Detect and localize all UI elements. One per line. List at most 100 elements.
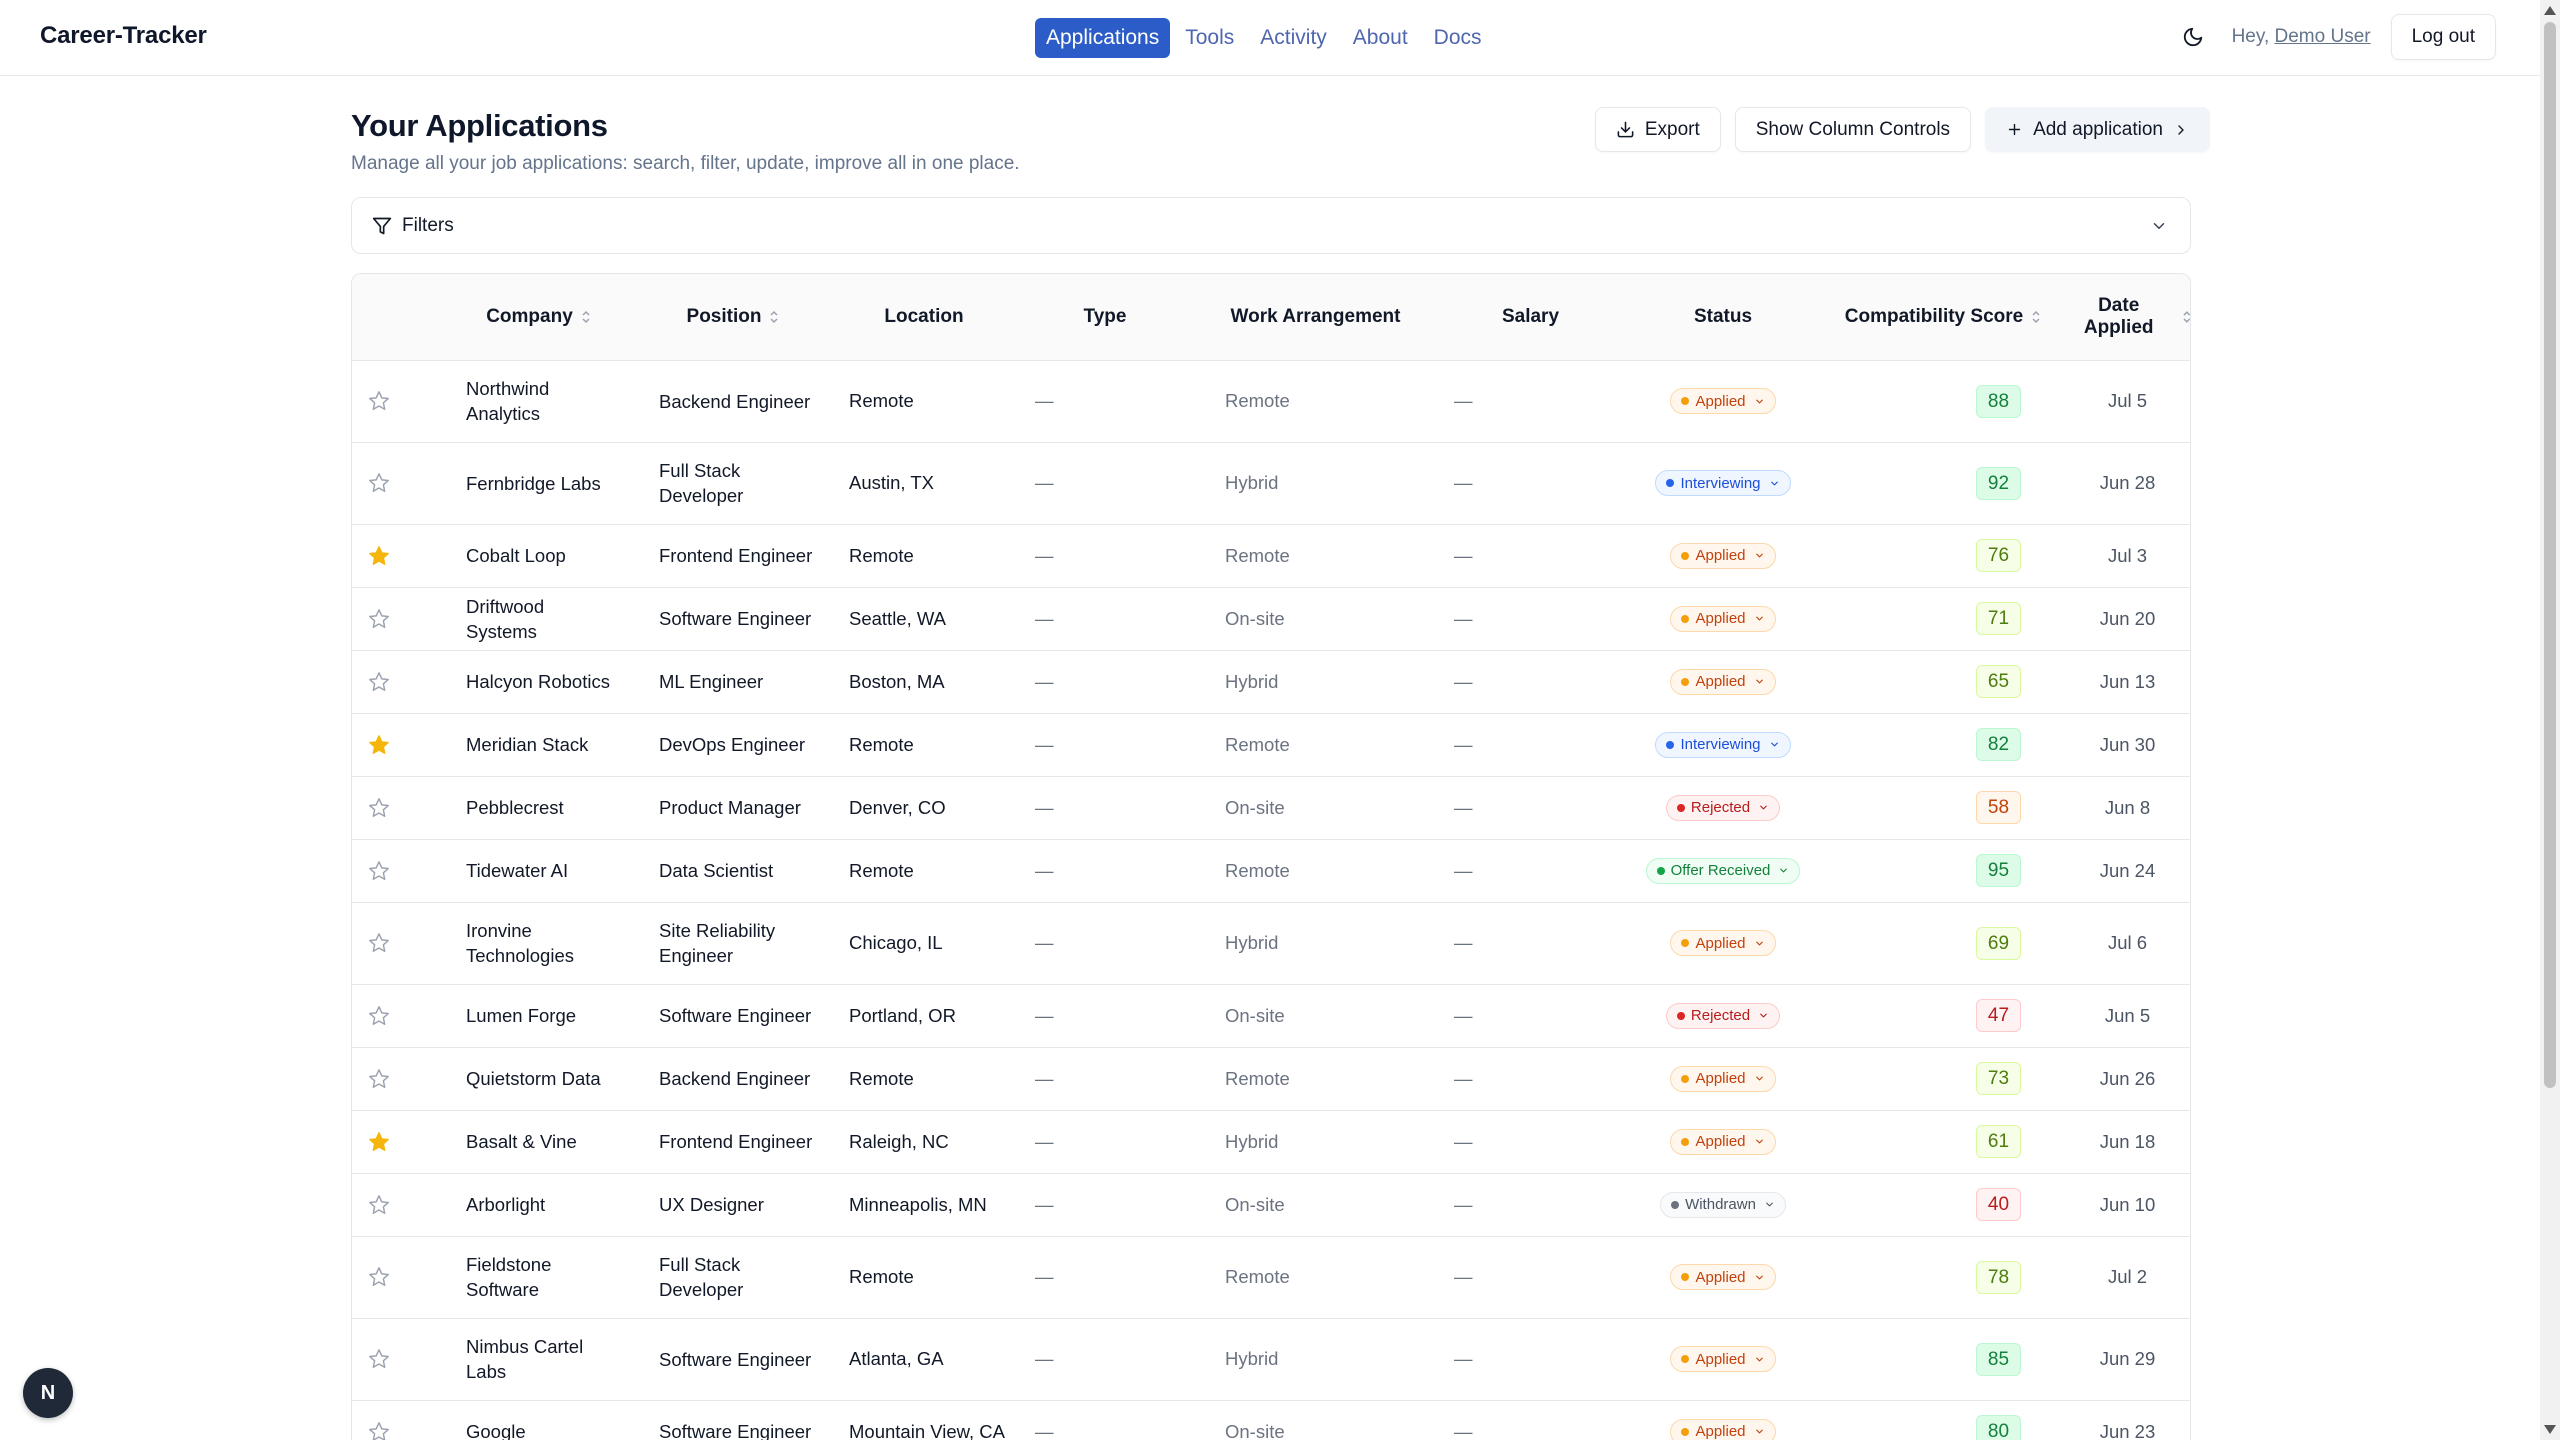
export-button[interactable]: Export [1594, 107, 1721, 152]
scroll-thumb[interactable] [2544, 22, 2556, 1088]
table-row[interactable]: Google Software Engineer Mountain View, CA… [352, 1400, 2190, 1440]
status-badge[interactable]: Offer Received [1645, 857, 1801, 884]
table-row[interactable]: Meridian Stack DevOps Engineer Remote — Remo… [352, 713, 2190, 777]
nav-about[interactable]: About [1342, 18, 1419, 58]
theme-toggle-button[interactable] [2178, 22, 2208, 52]
company-name[interactable]: Basalt & Vine [442, 1110, 635, 1174]
star-outline-icon[interactable] [368, 671, 390, 693]
star-outline-icon[interactable] [368, 1266, 390, 1288]
favorite-toggle[interactable] [352, 650, 442, 714]
user-profile-link[interactable]: Demo User [2275, 26, 2371, 47]
company-name[interactable]: Cobalt Loop [442, 524, 635, 588]
nav-tools[interactable]: Tools [1174, 18, 1245, 58]
status-badge[interactable]: Applied [1670, 930, 1776, 956]
star-filled-icon[interactable] [368, 734, 390, 756]
company-name[interactable]: Arborlight [442, 1173, 635, 1237]
star-outline-icon[interactable] [368, 1005, 390, 1027]
header-date-applied[interactable]: Date Applied [2063, 274, 2190, 361]
scroll-down-arrow-icon[interactable] [2544, 1425, 2556, 1434]
company-name[interactable]: Halcyon Robotics [442, 650, 635, 714]
favorite-toggle[interactable] [352, 360, 442, 443]
favorite-toggle[interactable] [352, 713, 442, 777]
status-badge[interactable]: Withdrawn [1660, 1191, 1786, 1218]
table-row[interactable]: Driftwood Systems Software Engineer Seattl… [352, 587, 2190, 651]
company-name[interactable]: Driftwood Systems [442, 587, 635, 651]
scroll-up-arrow-icon[interactable] [2544, 6, 2556, 15]
favorite-toggle[interactable] [352, 1236, 442, 1319]
nav-applications[interactable]: Applications [1035, 18, 1171, 58]
table-row[interactable]: Northwind Analytics Backend Engineer Remot… [352, 360, 2190, 443]
filters-panel-toggle[interactable]: Filters [351, 197, 2191, 254]
favorite-toggle[interactable] [352, 587, 442, 651]
table-row[interactable]: Arborlight UX Designer Minneapolis, MN — On-… [352, 1173, 2190, 1237]
company-name[interactable]: Northwind Analytics [442, 360, 635, 443]
status-badge[interactable]: Applied [1670, 668, 1776, 695]
status-badge[interactable]: Applied [1670, 1264, 1776, 1290]
table-row[interactable]: Halcyon Robotics ML Engineer Boston, MA — Hy… [352, 650, 2190, 714]
company-name[interactable]: Google [442, 1400, 635, 1440]
table-row[interactable]: Lumen Forge Software Engineer Portland, OR… [352, 984, 2190, 1048]
status-badge[interactable]: Applied [1670, 1418, 1776, 1440]
favorite-toggle[interactable] [352, 1318, 442, 1401]
star-outline-icon[interactable] [368, 608, 390, 630]
dev-tools-badge[interactable]: N [23, 1368, 73, 1418]
status-badge[interactable]: Applied [1670, 1346, 1776, 1372]
status-badge[interactable]: Rejected [1665, 1002, 1781, 1029]
nav-docs[interactable]: Docs [1423, 18, 1493, 58]
header-position[interactable]: Position [635, 274, 831, 361]
company-name[interactable]: Ironvine Technologies [442, 902, 635, 985]
status-badge[interactable]: Applied [1670, 388, 1776, 414]
show-column-controls-button[interactable]: Show Column Controls [1734, 107, 1972, 152]
status-badge[interactable]: Applied [1670, 605, 1776, 632]
star-outline-icon[interactable] [368, 860, 390, 882]
star-outline-icon[interactable] [368, 932, 390, 954]
favorite-toggle[interactable] [352, 902, 442, 985]
star-outline-icon[interactable] [368, 1068, 390, 1090]
table-row[interactable]: Basalt & Vine Frontend Engineer Raleigh, N… [352, 1110, 2190, 1174]
company-name[interactable]: Tidewater AI [442, 839, 635, 903]
favorite-toggle[interactable] [352, 1400, 442, 1440]
star-filled-icon[interactable] [368, 545, 390, 567]
company-name[interactable]: Pebblecrest [442, 776, 635, 840]
star-outline-icon[interactable] [368, 797, 390, 819]
status-badge[interactable]: Applied [1670, 1128, 1776, 1155]
star-outline-icon[interactable] [368, 1421, 390, 1440]
company-name[interactable]: Lumen Forge [442, 984, 635, 1048]
table-row[interactable]: Fernbridge Labs Full Stack Developer Austi… [352, 442, 2190, 525]
star-outline-icon[interactable] [368, 1348, 390, 1370]
nav-activity[interactable]: Activity [1249, 18, 1338, 58]
table-row[interactable]: Cobalt Loop Frontend Engineer Remote — Remot… [352, 524, 2190, 588]
favorite-toggle[interactable] [352, 984, 442, 1048]
favorite-toggle[interactable] [352, 442, 442, 525]
star-outline-icon[interactable] [368, 390, 390, 412]
company-name[interactable]: Meridian Stack [442, 713, 635, 777]
header-compatibility-score[interactable]: Compatibility Score [1823, 274, 2063, 361]
company-name[interactable]: Nimbus Cartel Labs [442, 1318, 635, 1401]
star-outline-icon[interactable] [368, 472, 390, 494]
status-badge[interactable]: Interviewing [1655, 731, 1791, 758]
favorite-toggle[interactable] [352, 1173, 442, 1237]
star-filled-icon[interactable] [368, 1131, 390, 1153]
status-badge[interactable]: Applied [1670, 1065, 1776, 1092]
table-row[interactable]: Pebblecrest Product Manager Denver, CO — On-… [352, 776, 2190, 840]
table-row[interactable]: Ironvine Technologies Site Reliability En… [352, 902, 2190, 985]
logout-button[interactable]: Log out [2390, 14, 2496, 60]
company-name[interactable]: Fieldstone Software [442, 1236, 635, 1319]
page-scrollbar[interactable] [2540, 0, 2560, 1440]
favorite-toggle[interactable] [352, 776, 442, 840]
status-badge[interactable]: Applied [1670, 542, 1776, 569]
brand-logo[interactable]: Career-Tracker [40, 22, 207, 50]
table-row[interactable]: Quietstorm Data Backend Engineer Remote — Re… [352, 1047, 2190, 1111]
company-name[interactable]: Quietstorm Data [442, 1047, 635, 1111]
table-row[interactable]: Fieldstone Software Full Stack Developer R… [352, 1236, 2190, 1319]
add-application-button[interactable]: Add application [1985, 107, 2210, 152]
table-row[interactable]: Nimbus Cartel Labs Software Engineer Atlan… [352, 1318, 2190, 1401]
favorite-toggle[interactable] [352, 839, 442, 903]
table-row[interactable]: Tidewater AI Data Scientist Remote — Remote —… [352, 839, 2190, 903]
status-badge[interactable]: Rejected [1665, 794, 1781, 821]
favorite-toggle[interactable] [352, 1110, 442, 1174]
header-company[interactable]: Company [442, 274, 635, 361]
favorite-toggle[interactable] [352, 524, 442, 588]
star-outline-icon[interactable] [368, 1194, 390, 1216]
company-name[interactable]: Fernbridge Labs [442, 442, 635, 525]
